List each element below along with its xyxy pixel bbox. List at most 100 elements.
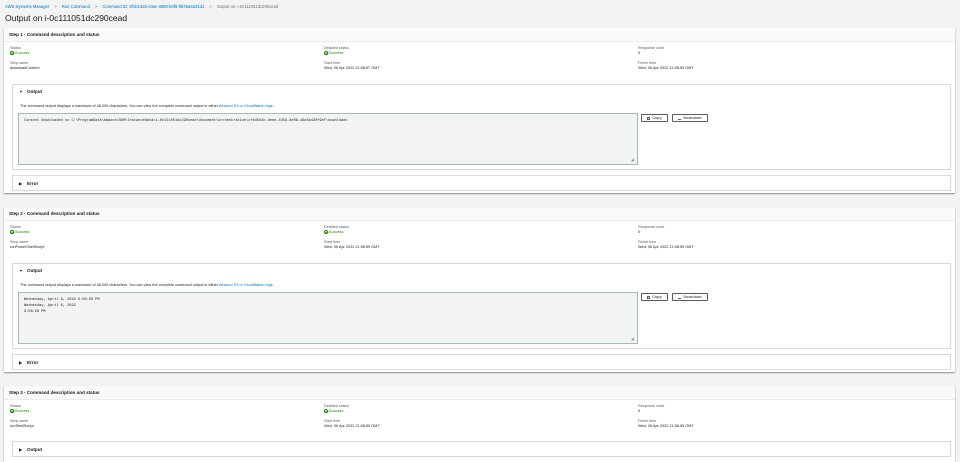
response-code-value: 0 bbox=[638, 50, 641, 55]
output-location-link[interactable]: Amazon S3 or CloudWatch logs. bbox=[219, 283, 274, 287]
breadcrumb-run-command[interactable]: Run Command bbox=[62, 4, 90, 9]
download-icon bbox=[678, 117, 682, 120]
caret-down-icon: ▼ bbox=[19, 89, 23, 94]
step-2-panel: Step 2 - Command description and status … bbox=[4, 207, 955, 372]
error-toggle[interactable]: ▶ Error bbox=[13, 355, 950, 369]
output-toggle[interactable]: ▼ Output bbox=[13, 264, 950, 277]
detailed-status-text: Success bbox=[329, 408, 344, 413]
caret-down-icon: ▼ bbox=[19, 268, 23, 273]
start-time-value: Wed, 06 Apr 2022 21:58:59 GMT bbox=[324, 423, 380, 428]
response-code-field: Response code 0 bbox=[638, 225, 664, 234]
finish-time-field: Finish time Wed, 06 Apr 2022 21:58:59 GM… bbox=[638, 240, 694, 249]
detailed-status-text: Success bbox=[329, 50, 344, 55]
detailed-status-value: Success bbox=[324, 230, 349, 235]
output-line: Content downloaded to C:\ProgramData\Ama… bbox=[24, 119, 348, 123]
step-meta: Status Success Detailed status Success R… bbox=[4, 400, 955, 438]
detailed-status-field: Detailed status Success bbox=[324, 46, 349, 55]
error-heading: Error bbox=[27, 359, 39, 365]
finish-time-value: Wed, 06 Apr 2022 21:58:59 GMT bbox=[638, 65, 694, 70]
step-meta: Status Success Detailed status Success R… bbox=[4, 221, 955, 259]
success-icon bbox=[324, 408, 328, 413]
output-line: 9:58:59 PM bbox=[24, 310, 46, 314]
output-section: ▼ Output The command output displays a ma… bbox=[12, 84, 951, 170]
step-name-field: Step name downloadContent bbox=[10, 61, 40, 70]
start-time-field: Start time Wed, 06 Apr 2022 21:58:57 GMT bbox=[324, 61, 380, 70]
output-heading: Output bbox=[27, 268, 43, 273]
response-code-label: Response code bbox=[638, 225, 665, 229]
copy-icon bbox=[647, 295, 651, 299]
output-heading: Output bbox=[27, 89, 43, 94]
copy-icon bbox=[647, 116, 651, 120]
finish-time-value: Wed, 06 Apr 2022 21:58:59 GMT bbox=[638, 423, 694, 428]
finish-time-field: Finish time Wed, 06 Apr 2022 21:58:59 GM… bbox=[638, 61, 694, 70]
step-name-field: Step name runPowerShellScript bbox=[10, 240, 44, 249]
success-icon bbox=[10, 50, 14, 55]
step-3-panel: Step 3 - Command description and status … bbox=[4, 386, 955, 462]
status-text: Success bbox=[15, 229, 30, 234]
breadcrumb-command-id[interactable]: Command ID: 8f1b13a5-c0ac-4960-b0f8-f8f4… bbox=[102, 4, 204, 9]
start-time-value: Wed, 06 Apr 2022 21:58:57 GMT bbox=[324, 65, 380, 70]
download-button[interactable]: Download bbox=[672, 114, 708, 122]
start-time-field: Start time Wed, 06 Apr 2022 21:58:59 GMT bbox=[324, 419, 380, 428]
copy-label: Copy bbox=[652, 295, 662, 299]
resize-handle-icon[interactable]: ◢ bbox=[631, 337, 636, 342]
start-time-field: Start time Wed, 06 Apr 2022 21:58:59 GMT bbox=[324, 240, 380, 249]
success-icon bbox=[324, 50, 328, 55]
status-field: Status Success bbox=[10, 225, 29, 234]
step-1-panel: Step 1 - Command description and status … bbox=[4, 28, 955, 193]
status-field: Status Success bbox=[10, 404, 29, 413]
step-name-value: downloadContent bbox=[10, 65, 40, 70]
copy-button[interactable]: Copy bbox=[641, 293, 668, 301]
truncation-note: The command output displays a maximum of… bbox=[20, 104, 274, 108]
detailed-status-field: Detailed status Success bbox=[324, 225, 349, 234]
detailed-status-value: Success bbox=[324, 409, 349, 414]
breadcrumb-current: Output on: i-0c111051dc290cead bbox=[216, 3, 279, 9]
caret-right-icon: ▶ bbox=[19, 447, 22, 452]
response-code-label: Response code bbox=[638, 46, 665, 50]
detailed-status-value: Success bbox=[324, 51, 349, 56]
breadcrumb-systems-manager[interactable]: AWS Systems Manager bbox=[5, 4, 49, 9]
step-title: Step 2 - Command description and status bbox=[4, 207, 955, 221]
status-text: Success bbox=[15, 408, 30, 413]
response-code-value: 0 bbox=[638, 408, 641, 413]
output-textarea[interactable]: Content downloaded to C:\ProgramData\Ama… bbox=[18, 113, 638, 165]
breadcrumb-separator: > bbox=[54, 3, 57, 9]
download-icon bbox=[678, 296, 682, 299]
detailed-status-field: Detailed status Success bbox=[324, 404, 349, 413]
error-section: ▶ Error bbox=[12, 354, 951, 370]
resize-handle-icon[interactable]: ◢ bbox=[631, 158, 636, 163]
step-name-value: runShellScript bbox=[10, 423, 34, 428]
error-section: ▶ Error bbox=[12, 175, 951, 191]
step-title: Step 3 - Command description and status bbox=[4, 386, 955, 400]
page-title: Output on i-0c111051dc290cead bbox=[5, 13, 128, 23]
copy-label: Copy bbox=[652, 116, 662, 120]
response-code-label: Response code bbox=[638, 404, 665, 408]
output-location-link[interactable]: Amazon S3 or CloudWatch logs. bbox=[219, 104, 274, 108]
output-textarea[interactable]: Wednesday, April 6, 2022 9:58:59 PM Wedne… bbox=[18, 292, 638, 344]
caret-right-icon: ▶ bbox=[19, 360, 22, 365]
breadcrumb-separator: > bbox=[209, 3, 212, 9]
output-toggle[interactable]: ▶ Output bbox=[13, 442, 950, 456]
download-label: Download bbox=[683, 116, 702, 120]
step-meta: Status Success Detailed status Success R… bbox=[4, 42, 955, 80]
step-name-field: Step name runShellScript bbox=[10, 419, 34, 428]
breadcrumb-separator: > bbox=[94, 3, 98, 9]
download-button[interactable]: Download bbox=[672, 293, 708, 301]
truncation-note: The command output displays a maximum of… bbox=[20, 283, 274, 287]
copy-button[interactable]: Copy bbox=[641, 114, 668, 122]
download-label: Download bbox=[683, 295, 702, 299]
caret-right-icon: ▶ bbox=[19, 181, 22, 186]
step-title: Step 1 - Command description and status bbox=[4, 28, 955, 42]
status-value: Success bbox=[10, 51, 29, 56]
output-toggle[interactable]: ▼ Output bbox=[13, 85, 950, 98]
success-icon bbox=[10, 408, 14, 413]
error-toggle[interactable]: ▶ Error bbox=[13, 176, 950, 190]
start-time-value: Wed, 06 Apr 2022 21:58:59 GMT bbox=[324, 244, 380, 249]
output-section: ▼ Output The command output displays a ma… bbox=[12, 263, 951, 349]
status-text: Success bbox=[15, 50, 30, 55]
finish-time-field: Finish time Wed, 06 Apr 2022 21:58:59 GM… bbox=[638, 419, 694, 428]
output-heading: Output bbox=[27, 446, 43, 452]
truncation-note-text: The command output displays a maximum of… bbox=[20, 104, 219, 108]
finish-time-value: Wed, 06 Apr 2022 21:58:59 GMT bbox=[638, 244, 694, 249]
success-icon bbox=[10, 229, 14, 234]
